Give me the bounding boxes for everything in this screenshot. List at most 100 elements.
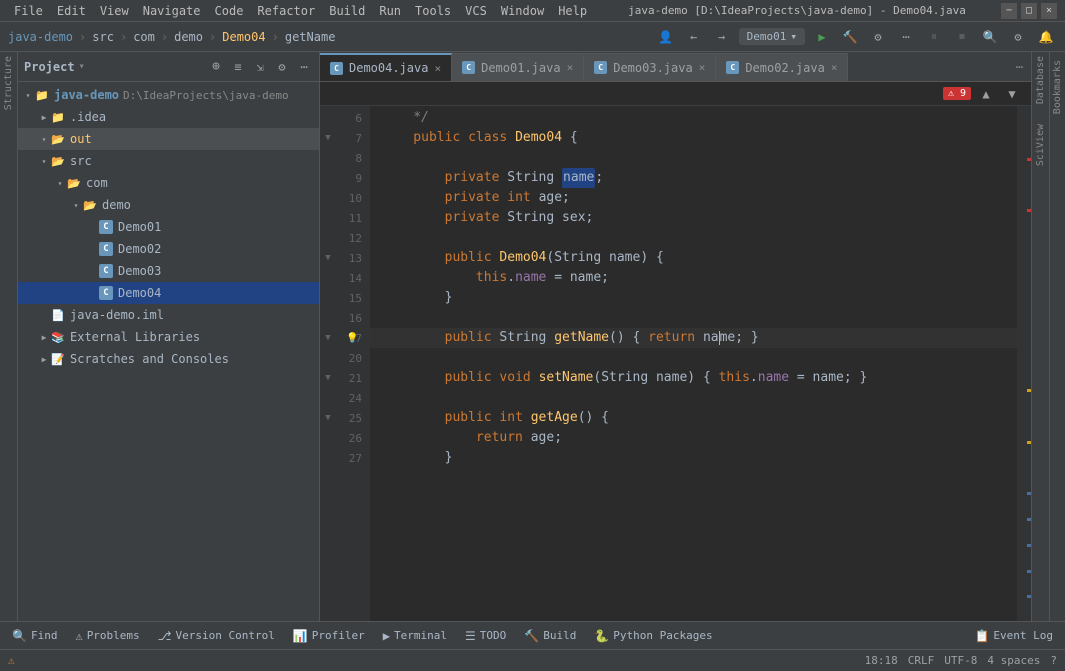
find-label: Find bbox=[31, 629, 58, 642]
sidebar-compact-icon[interactable]: ≡ bbox=[229, 58, 247, 76]
sidebar-scroll-icon[interactable]: ⇲ bbox=[251, 58, 269, 76]
encoding[interactable]: UTF-8 bbox=[944, 654, 977, 667]
database-panel-label[interactable]: Database bbox=[1035, 56, 1046, 104]
menu-help[interactable]: Help bbox=[552, 2, 593, 20]
tree-item-scratches[interactable]: ▶ 📝 Scratches and Consoles bbox=[18, 348, 319, 370]
debug-build-icon[interactable]: 🔨 bbox=[839, 26, 861, 48]
editor-tabs: C Demo04.java × C Demo01.java × C Demo03… bbox=[320, 52, 1031, 82]
build-button[interactable]: 🔨 Build bbox=[516, 625, 584, 647]
tree-item-java-demo[interactable]: ▾ 📁 java-demo D:\IdeaProjects\java-demo bbox=[18, 84, 319, 106]
forward-icon[interactable]: → bbox=[711, 26, 733, 48]
tab-close-demo01[interactable]: × bbox=[567, 61, 574, 74]
sidebar-title-area[interactable]: Project ▾ bbox=[24, 60, 85, 74]
sidebar-add-icon[interactable]: ⊕ bbox=[207, 58, 225, 76]
bookmarks-label[interactable]: Bookmarks bbox=[1052, 60, 1063, 114]
menu-window[interactable]: Window bbox=[495, 2, 550, 20]
settings-icon[interactable]: ⚙ bbox=[1007, 26, 1029, 48]
fold-icon[interactable]: ▼ bbox=[322, 252, 334, 264]
terminal-button[interactable]: ▶ Terminal bbox=[375, 625, 455, 647]
breadcrumb-demo[interactable]: demo bbox=[174, 30, 203, 44]
run-config-selector[interactable]: Demo01 ▾ bbox=[739, 28, 805, 45]
coverage-icon[interactable]: ⚙ bbox=[867, 26, 889, 48]
tree-item-src[interactable]: ▾ 📂 src bbox=[18, 150, 319, 172]
run-button[interactable]: ▶ bbox=[811, 26, 833, 48]
more-run-icon[interactable]: ⋯ bbox=[895, 26, 917, 48]
tree-item-demo02[interactable]: ▶ C Demo02 bbox=[18, 238, 319, 260]
minimize-button[interactable]: − bbox=[1001, 3, 1017, 19]
tab-close-demo02[interactable]: × bbox=[831, 61, 838, 74]
tree-label-idea: .idea bbox=[70, 110, 106, 124]
fold-icon[interactable]: ▼ bbox=[322, 332, 334, 344]
tabs-more-button[interactable]: ⋯ bbox=[1008, 53, 1031, 81]
version-control-button[interactable]: ⎇ Version Control bbox=[150, 625, 283, 647]
tree-item-demo03[interactable]: ▶ C Demo03 bbox=[18, 260, 319, 282]
line-ending[interactable]: CRLF bbox=[908, 654, 935, 667]
error-nav-up[interactable]: ▲ bbox=[975, 83, 997, 105]
event-log-button[interactable]: 📋 Event Log bbox=[966, 625, 1061, 647]
title-bar: File Edit View Navigate Code Refactor Bu… bbox=[0, 0, 1065, 22]
tree-item-out[interactable]: ▾ 📂 out bbox=[18, 128, 319, 150]
tab-demo03[interactable]: C Demo03.java × bbox=[584, 53, 716, 81]
tree-item-idea[interactable]: ▶ 📁 .idea bbox=[18, 106, 319, 128]
menu-tools[interactable]: Tools bbox=[409, 2, 457, 20]
tab-close-demo03[interactable]: × bbox=[699, 61, 706, 74]
breadcrumb-src[interactable]: src bbox=[92, 30, 114, 44]
gutter-row-15: 15 bbox=[320, 288, 370, 308]
cursor-position[interactable]: 18:18 bbox=[865, 654, 898, 667]
gutter-row-6: 6 bbox=[320, 108, 370, 128]
sciview-panel-label[interactable]: SciView bbox=[1035, 124, 1046, 166]
notifications-icon[interactable]: 🔔 bbox=[1035, 26, 1057, 48]
python-packages-button[interactable]: 🐍 Python Packages bbox=[586, 625, 720, 647]
maximize-button[interactable]: □ bbox=[1021, 3, 1037, 19]
menu-vcs[interactable]: VCS bbox=[459, 2, 493, 20]
breadcrumb-project[interactable]: java-demo bbox=[8, 30, 73, 44]
todo-button[interactable]: ☰ TODO bbox=[457, 625, 514, 647]
menu-refactor[interactable]: Refactor bbox=[251, 2, 321, 20]
bulb-icon[interactable]: 💡 bbox=[346, 333, 358, 344]
breadcrumb-class[interactable]: Demo04 bbox=[222, 30, 265, 44]
menu-edit[interactable]: Edit bbox=[51, 2, 92, 20]
status-help-icon[interactable]: ? bbox=[1050, 654, 1057, 667]
tree-item-demo01[interactable]: ▶ C Demo01 bbox=[18, 216, 319, 238]
gutter-row-10: 10 bbox=[320, 188, 370, 208]
gutter-row-20: 20 bbox=[320, 348, 370, 368]
find-button[interactable]: 🔍 Find bbox=[4, 625, 65, 647]
tree-item-demo[interactable]: ▾ 📂 demo bbox=[18, 194, 319, 216]
tab-demo02[interactable]: C Demo02.java × bbox=[716, 53, 848, 81]
fold-icon[interactable]: ▼ bbox=[322, 372, 334, 384]
code-content[interactable]: */ public class Demo04 { private String … bbox=[370, 106, 1017, 621]
tree-item-demo04[interactable]: ▶ C Demo04 bbox=[18, 282, 319, 304]
pause-icon[interactable]: ⏸ bbox=[923, 26, 945, 48]
tab-demo04[interactable]: C Demo04.java × bbox=[320, 53, 452, 81]
fold-icon[interactable]: ▼ bbox=[322, 132, 334, 144]
search-icon[interactable]: 🔍 bbox=[979, 26, 1001, 48]
tree-item-iml[interactable]: ▶ 📄 java-demo.iml bbox=[18, 304, 319, 326]
indent-info[interactable]: 4 spaces bbox=[987, 654, 1040, 667]
tab-close-demo04[interactable]: × bbox=[434, 62, 441, 75]
fold-icon[interactable]: ▼ bbox=[322, 412, 334, 424]
breadcrumb-method[interactable]: getName bbox=[285, 30, 336, 44]
menu-run[interactable]: Run bbox=[373, 2, 407, 20]
tab-demo01[interactable]: C Demo01.java × bbox=[452, 53, 584, 81]
problems-button[interactable]: ⚠ Problems bbox=[67, 625, 147, 647]
menu-build[interactable]: Build bbox=[323, 2, 371, 20]
profiler-button[interactable]: 📊 Profiler bbox=[285, 625, 373, 647]
menu-navigate[interactable]: Navigate bbox=[137, 2, 207, 20]
tree-item-com[interactable]: ▾ 📂 com bbox=[18, 172, 319, 194]
profile-icon[interactable]: 👤 bbox=[655, 26, 677, 48]
close-button[interactable]: × bbox=[1041, 3, 1057, 19]
stop-icon[interactable]: ⏹ bbox=[951, 26, 973, 48]
sidebar-more-icon[interactable]: ⋯ bbox=[295, 58, 313, 76]
error-nav-down[interactable]: ▼ bbox=[1001, 83, 1023, 105]
gutter-row-26: 26 bbox=[320, 428, 370, 448]
java-class-icon: C bbox=[98, 219, 114, 235]
menu-code[interactable]: Code bbox=[209, 2, 250, 20]
sidebar-settings-icon[interactable]: ⚙ bbox=[273, 58, 291, 76]
menu-file[interactable]: File bbox=[8, 2, 49, 20]
back-icon[interactable]: ← bbox=[683, 26, 705, 48]
structure-panel-label[interactable]: Structure bbox=[3, 56, 14, 110]
tree-item-external-libs[interactable]: ▶ 📚 External Libraries bbox=[18, 326, 319, 348]
breadcrumb-com[interactable]: com bbox=[133, 30, 155, 44]
menu-view[interactable]: View bbox=[94, 2, 135, 20]
arrow-icon: ▾ bbox=[22, 89, 34, 101]
